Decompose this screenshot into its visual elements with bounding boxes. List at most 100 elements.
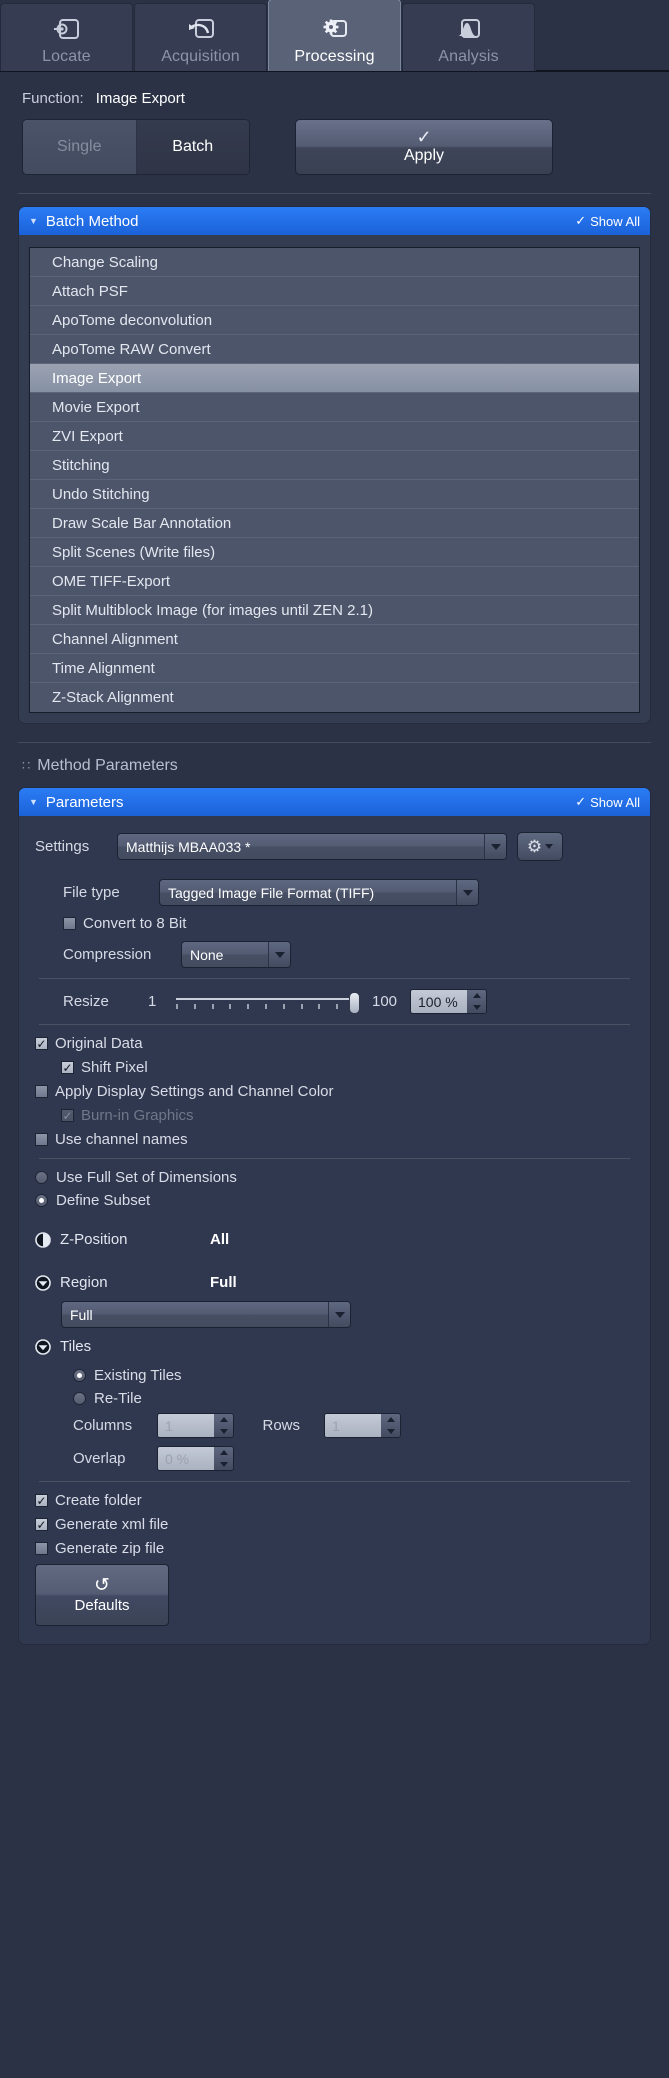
batch-method-item[interactable]: ZVI Export: [30, 422, 639, 451]
resize-slider[interactable]: [176, 991, 360, 1014]
batch-mode-button[interactable]: Batch: [135, 120, 249, 174]
tab-processing[interactable]: Processing: [268, 0, 401, 71]
batch-method-item[interactable]: OME TIFF-Export: [30, 567, 639, 596]
apply-button[interactable]: ✓ Apply: [295, 119, 553, 175]
slider-ticks: [176, 1003, 356, 1010]
slider-handle[interactable]: [349, 991, 360, 1014]
z-position-row[interactable]: Z-Position All: [35, 1231, 634, 1248]
existing-tiles-label: Existing Tiles: [94, 1367, 182, 1384]
chevron-down-icon[interactable]: ▼: [29, 216, 38, 226]
batch-method-item[interactable]: Movie Export: [30, 393, 639, 422]
file-type-row: File type Tagged Image File Format (TIFF…: [35, 879, 634, 906]
checkbox-icon[interactable]: ✓: [35, 1494, 48, 1507]
divider: [39, 1481, 630, 1482]
batch-method-item[interactable]: Channel Alignment: [30, 625, 639, 654]
divider: [39, 1158, 630, 1159]
analysis-peak-icon: [454, 15, 484, 45]
convert-8bit-checkbox-row[interactable]: Convert to 8 Bit: [35, 915, 634, 932]
radio-icon[interactable]: [73, 1392, 86, 1405]
existing-tiles-radio-row[interactable]: Existing Tiles: [35, 1367, 634, 1384]
radio-icon[interactable]: [73, 1369, 86, 1382]
chevron-down-icon[interactable]: [456, 880, 478, 905]
create-folder-checkbox-row[interactable]: ✓ Create folder: [35, 1492, 634, 1509]
tab-locate[interactable]: Locate: [0, 3, 133, 71]
parameters-header[interactable]: ▼ Parameters ✓ Show All: [19, 788, 650, 816]
generate-xml-checkbox-row[interactable]: ✓ Generate xml file: [35, 1516, 634, 1533]
batch-method-list[interactable]: Change Scaling Attach PSF ApoTome deconvol…: [29, 247, 640, 713]
batch-method-item[interactable]: Split Multiblock Image (for images until…: [30, 596, 639, 625]
apply-display-settings-label: Apply Display Settings and Channel Color: [55, 1083, 334, 1100]
file-type-combo[interactable]: Tagged Image File Format (TIFF): [159, 879, 479, 906]
region-combo[interactable]: Full: [61, 1301, 351, 1328]
compression-row: Compression None: [35, 941, 634, 968]
batch-method-item[interactable]: Stitching: [30, 451, 639, 480]
chevron-down-icon[interactable]: [328, 1302, 350, 1327]
batch-method-item[interactable]: Split Scenes (Write files): [30, 538, 639, 567]
checkbox-icon[interactable]: [35, 1085, 48, 1098]
collapse-circle-icon[interactable]: [35, 1338, 51, 1355]
checkbox-icon[interactable]: ✓: [35, 1518, 48, 1531]
radio-icon[interactable]: [35, 1171, 48, 1184]
checkbox-icon[interactable]: [35, 1133, 48, 1146]
checkbox-icon[interactable]: [63, 917, 76, 930]
columns-spinner: 1: [157, 1413, 234, 1438]
batch-method-header[interactable]: ▼ Batch Method ✓ Show All: [19, 207, 650, 235]
compression-combo[interactable]: None: [181, 941, 291, 968]
apply-display-settings-checkbox-row[interactable]: Apply Display Settings and Channel Color: [35, 1083, 634, 1100]
settings-combo[interactable]: Matthijs MBAA033 *: [117, 833, 507, 860]
defaults-button[interactable]: ↺ Defaults: [35, 1564, 169, 1626]
batch-method-item[interactable]: Undo Stitching: [30, 480, 639, 509]
batch-method-item-label: Movie Export: [52, 398, 140, 416]
file-type-label: File type: [63, 884, 120, 901]
create-folder-label: Create folder: [55, 1492, 142, 1509]
batch-method-item[interactable]: Image Export: [30, 364, 639, 393]
chevron-down-icon[interactable]: [484, 834, 506, 859]
tab-analysis[interactable]: Analysis: [402, 3, 535, 71]
checkbox-icon[interactable]: [35, 1542, 48, 1555]
spinner-down-icon: [214, 1426, 233, 1438]
batch-method-item[interactable]: ApoTome RAW Convert: [30, 335, 639, 364]
spinner-down-icon[interactable]: [467, 1002, 486, 1014]
chevron-down-icon[interactable]: ▼: [29, 797, 38, 807]
resize-label: Resize: [63, 993, 109, 1010]
settings-gear-button[interactable]: ⚙: [517, 832, 563, 861]
batch-method-item[interactable]: Change Scaling: [30, 248, 639, 277]
chevron-down-icon[interactable]: [268, 942, 290, 967]
drag-grip-icon[interactable]: ∷: [22, 758, 30, 774]
checkbox-icon[interactable]: ✓: [35, 1037, 48, 1050]
define-subset-radio-row[interactable]: Define Subset: [35, 1192, 634, 1209]
single-mode-button[interactable]: Single: [23, 120, 136, 174]
batch-method-item[interactable]: Time Alignment: [30, 654, 639, 683]
function-value: Image Export: [95, 90, 185, 107]
original-data-checkbox-row[interactable]: ✓ Original Data: [35, 1035, 634, 1052]
resize-value-spinner[interactable]: 100 %: [410, 989, 487, 1014]
use-full-dimensions-label: Use Full Set of Dimensions: [56, 1169, 237, 1186]
tab-acquisition[interactable]: Acquisition: [134, 3, 267, 71]
batch-method-panel: ▼ Batch Method ✓ Show All Change Scaling…: [18, 206, 651, 724]
region-combo-row: Full: [35, 1301, 634, 1328]
batch-method-item[interactable]: Attach PSF: [30, 277, 639, 306]
region-row[interactable]: Region Full: [35, 1274, 634, 1291]
generate-zip-checkbox-row[interactable]: Generate zip file: [35, 1540, 634, 1557]
resize-value[interactable]: 100 %: [411, 990, 467, 1013]
parameters-show-all-toggle[interactable]: ✓ Show All: [575, 794, 640, 810]
half-circle-icon[interactable]: [35, 1231, 51, 1248]
mode-segmented-control: Single Batch: [22, 119, 250, 175]
spinner-up-icon[interactable]: [467, 990, 486, 1002]
collapse-circle-icon[interactable]: [35, 1274, 51, 1291]
original-data-label: Original Data: [55, 1035, 143, 1052]
use-full-dimensions-radio-row[interactable]: Use Full Set of Dimensions: [35, 1169, 634, 1186]
retile-radio-row[interactable]: Re-Tile: [35, 1390, 634, 1407]
spinner-arrows[interactable]: [467, 990, 486, 1013]
use-channel-names-checkbox-row[interactable]: Use channel names: [35, 1131, 634, 1148]
batch-method-item[interactable]: Z-Stack Alignment: [30, 683, 639, 712]
radio-icon[interactable]: [35, 1194, 48, 1207]
columns-label: Columns: [73, 1417, 133, 1434]
overlap-label: Overlap: [73, 1450, 126, 1467]
tiles-row[interactable]: Tiles: [35, 1338, 634, 1355]
checkbox-icon[interactable]: ✓: [61, 1061, 74, 1074]
batch-method-item[interactable]: Draw Scale Bar Annotation: [30, 509, 639, 538]
batch-method-show-all-toggle[interactable]: ✓ Show All: [575, 213, 640, 229]
shift-pixel-checkbox-row[interactable]: ✓ Shift Pixel: [35, 1059, 634, 1076]
batch-method-item[interactable]: ApoTome deconvolution: [30, 306, 639, 335]
